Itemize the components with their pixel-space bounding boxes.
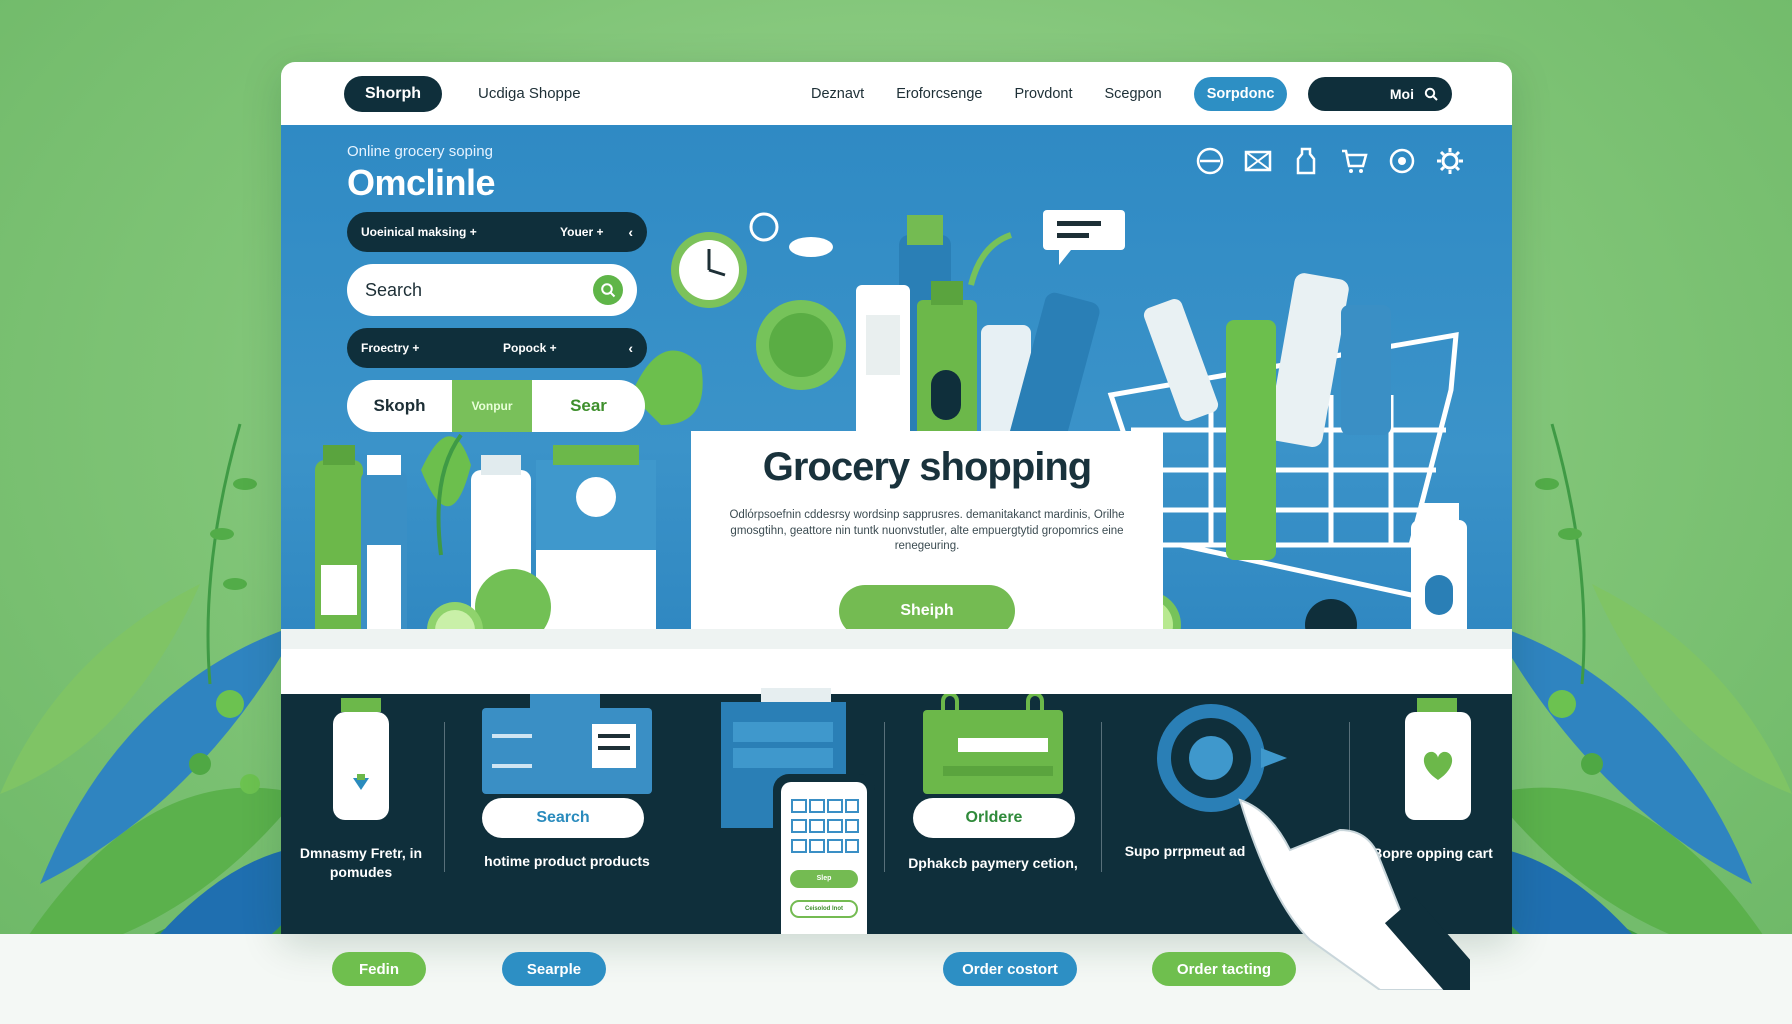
feature-order-button[interactable]: Orldere bbox=[913, 798, 1075, 838]
phone-button-1[interactable]: Slep bbox=[790, 870, 858, 888]
clock-icon bbox=[671, 232, 747, 308]
hero-search-input[interactable]: Search bbox=[347, 264, 637, 316]
hero-floor-edge bbox=[281, 649, 1512, 663]
tab-shop[interactable]: Skoph bbox=[347, 380, 452, 432]
bottle-icon[interactable] bbox=[1292, 147, 1320, 175]
feature-mobile-app: Slep Ceisolod Inot bbox=[691, 688, 881, 934]
feature-icon-row bbox=[1196, 147, 1464, 175]
category-select-left: Uoeinical maksing + bbox=[361, 225, 477, 239]
search-icon bbox=[1424, 87, 1438, 101]
top-nav: Shorph Ucdiga Shoppe Deznavt Eroforcseng… bbox=[281, 62, 1512, 125]
filter-select[interactable]: Froectry + Popock + ‹ bbox=[347, 328, 647, 368]
keypad-icon bbox=[791, 799, 859, 853]
search-icon bbox=[601, 283, 616, 298]
minus-circle-icon[interactable] bbox=[1196, 147, 1224, 175]
nav-search-button[interactable]: Moi bbox=[1308, 76, 1452, 111]
feature-search-button[interactable]: Search bbox=[482, 798, 644, 838]
feature-order: Orldere Dphakcb paymery cetion, bbox=[893, 694, 1093, 934]
phone-mockup: Slep Ceisolod Inot bbox=[773, 774, 875, 934]
nav-link-active[interactable]: Sorpdonc bbox=[1193, 76, 1288, 111]
chip-order-tracking[interactable]: Order tacting bbox=[1152, 952, 1296, 986]
nav-link-2[interactable]: Eroforcsenge bbox=[896, 86, 982, 102]
hero-card-text: Odlόrpsoefnin cddesrsy wordsinp sapprusr… bbox=[729, 509, 1125, 553]
hero-card: Grocery shopping Odlόrpsoefnin cddesrsy … bbox=[691, 431, 1163, 725]
chip-feed[interactable]: Fedin bbox=[332, 952, 426, 986]
divider bbox=[884, 722, 885, 872]
category-select[interactable]: Uoeinical maksing + Youer + ‹ bbox=[347, 212, 647, 252]
search-placeholder: Search bbox=[365, 279, 423, 300]
chip-order-costort[interactable]: Order costort bbox=[943, 952, 1077, 986]
brand-pill-button[interactable]: Shorph bbox=[344, 75, 442, 112]
hero-section: Online grocery soping Omclinle Uoeinical… bbox=[281, 125, 1512, 725]
nav-link-4[interactable]: Scegpon bbox=[1105, 86, 1162, 102]
filter-select-left: Froectry + bbox=[361, 341, 420, 355]
chevron-left-icon: ‹ bbox=[628, 340, 633, 356]
hero-title: Omclinle bbox=[347, 162, 496, 203]
divider bbox=[444, 722, 445, 872]
gear-icon[interactable] bbox=[1436, 147, 1464, 175]
hero-tab-row: Skoph Vonpur Sear bbox=[347, 380, 645, 432]
tab-vonpur[interactable]: Vonpur bbox=[452, 380, 532, 432]
feature-search-products: Search hotime product products bbox=[447, 694, 687, 934]
feature-fresh-products: Dmnasmy Fretr, in pomudes bbox=[281, 694, 441, 934]
nav-search-label: Moi bbox=[1389, 85, 1414, 102]
feature-caption: hotime product products bbox=[484, 853, 650, 869]
cart-icon[interactable] bbox=[1340, 147, 1368, 175]
nav-link-1[interactable]: Deznavt bbox=[811, 86, 864, 102]
hero-eyebrow: Online grocery soping bbox=[347, 143, 493, 160]
credit-card-icon bbox=[482, 694, 652, 794]
feature-caption: Dphakcb paymery cetion, bbox=[908, 855, 1078, 871]
feature-caption: Dmnasmy Fretr, in pomudes bbox=[299, 845, 423, 880]
chevron-left-icon: ‹ bbox=[628, 224, 633, 240]
mail-icon[interactable] bbox=[1244, 147, 1272, 175]
chip-search[interactable]: Searple bbox=[502, 952, 606, 986]
hero-card-title: Grocery shopping bbox=[762, 445, 1093, 489]
filter-select-right: Popock + bbox=[503, 341, 557, 355]
wallet-icon bbox=[923, 694, 1063, 794]
badge-icon[interactable] bbox=[1388, 147, 1416, 175]
phone-button-2[interactable]: Ceisolod Inot bbox=[790, 900, 858, 918]
nav-link-3[interactable]: Provdont bbox=[1014, 86, 1072, 102]
tab-search[interactable]: Sear bbox=[532, 380, 645, 432]
brand-name[interactable]: Ucdiga Shoppe bbox=[478, 85, 581, 102]
nav-links: Deznavt Eroforcsenge Provdont Scegpon So… bbox=[811, 76, 1288, 111]
jar-icon bbox=[333, 698, 389, 820]
bottom-strip bbox=[0, 934, 1792, 1024]
category-select-right: Youer + bbox=[560, 225, 604, 239]
chat-bubble-icon bbox=[1043, 210, 1125, 265]
hero-left-panel: Online grocery soping Omclinle Uoeinical… bbox=[347, 143, 647, 432]
search-submit-button[interactable] bbox=[593, 275, 623, 305]
